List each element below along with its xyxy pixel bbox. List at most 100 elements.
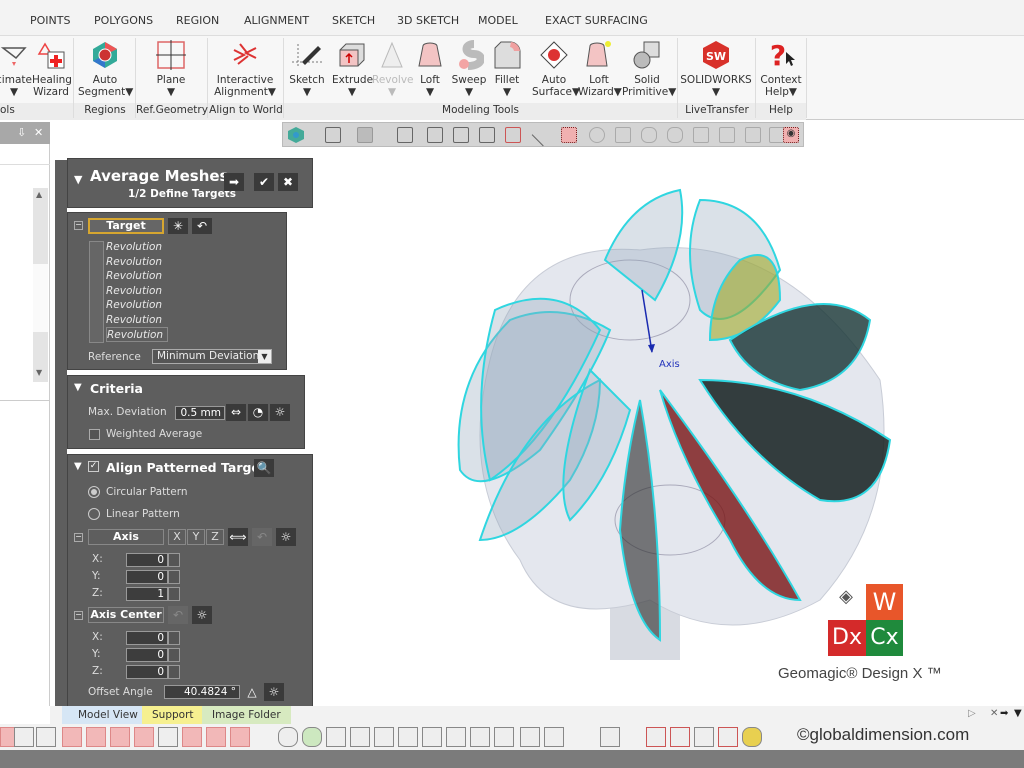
axis-center-button[interactable]: Axis Center	[88, 607, 164, 623]
axis-z-input[interactable]: 1	[126, 587, 168, 601]
list-item[interactable]: Revolution	[106, 240, 168, 255]
select-icon[interactable]	[422, 727, 442, 747]
axis-preview-button[interactable]: ☼	[276, 528, 296, 546]
axis-button[interactable]: Axis	[88, 529, 164, 545]
visibility-icon[interactable]	[110, 727, 130, 747]
cube-view-icon[interactable]	[325, 127, 341, 143]
play-icon[interactable]: ▷	[968, 708, 976, 719]
list-item[interactable]: Revolution	[106, 269, 168, 284]
tab-model-view[interactable]: Model View	[62, 706, 154, 724]
undo-button[interactable]: ↶	[192, 218, 212, 234]
visibility-icon[interactable]	[14, 727, 34, 747]
tab-image-folder[interactable]: Image Folder	[202, 706, 291, 724]
solid-primitive-button[interactable]: Solid Primitive▼	[622, 40, 676, 98]
scroll-down-icon[interactable]: ▼	[36, 368, 42, 377]
list-item[interactable]: Revolution	[106, 327, 168, 342]
collapse-icon[interactable]: ▼	[74, 173, 82, 186]
tool-icon[interactable]	[718, 727, 738, 747]
list-scrollbar[interactable]	[89, 241, 104, 343]
axis-z-button[interactable]: Z	[206, 529, 224, 545]
extend-select-icon[interactable]	[745, 127, 761, 143]
rectangle-select-icon[interactable]	[561, 127, 577, 143]
next-button[interactable]: ➡	[224, 173, 244, 191]
view-style-icon[interactable]	[287, 126, 305, 144]
sketch-button[interactable]: Sketch ▼	[288, 40, 326, 98]
auto-segment-button[interactable]: Auto Segment▼	[78, 40, 133, 98]
circle-select-icon[interactable]	[589, 127, 605, 143]
lasso-select-icon[interactable]	[667, 127, 683, 143]
collapse-criteria-icon[interactable]: ▼	[74, 382, 82, 393]
center-y-input[interactable]: 0	[126, 648, 168, 662]
axis-x-button[interactable]: X	[168, 529, 186, 545]
scrollbar[interactable]: ▲ ▼	[33, 188, 48, 382]
explode-button[interactable]: ✳	[168, 218, 188, 234]
select-icon[interactable]	[494, 727, 514, 747]
tab-sketch[interactable]: SKETCH	[332, 14, 375, 27]
color-map-icon[interactable]	[742, 727, 762, 747]
select-icon[interactable]	[520, 727, 540, 747]
ok-button[interactable]: ✔	[254, 173, 274, 191]
line-select-icon[interactable]	[531, 123, 555, 147]
list-item[interactable]: Revolution	[106, 255, 168, 270]
select-icon[interactable]	[350, 727, 370, 747]
tab-support[interactable]: Support	[142, 706, 204, 724]
axis-x-input[interactable]: 0	[126, 553, 168, 567]
interactive-alignment-button[interactable]: Interactive Alignment▼	[212, 40, 278, 98]
tab-model[interactable]: MODEL	[478, 14, 518, 27]
scroll-up-icon[interactable]: ▲	[36, 190, 42, 199]
select-icon[interactable]	[278, 727, 298, 747]
angle-preview-button[interactable]: ☼	[264, 683, 284, 701]
reset-button[interactable]: ◔	[248, 404, 268, 421]
visibility-icon[interactable]	[158, 727, 178, 747]
tab-exact-surfacing[interactable]: EXACT SURFACING	[545, 14, 648, 27]
axis-z-spinner[interactable]	[168, 587, 180, 601]
max-deviation-input[interactable]: 0.5 mm	[175, 406, 225, 420]
tab-polygons[interactable]: POLYGONS	[94, 14, 153, 27]
loft-button[interactable]: Loft ▼	[412, 40, 448, 98]
circular-pattern-radio[interactable]	[88, 486, 100, 498]
measure-button[interactable]: ⇔	[226, 404, 246, 421]
axis-x-spinner[interactable]	[168, 553, 180, 567]
revolve-button[interactable]: Revolve ▼	[372, 40, 414, 98]
center-z-input[interactable]: 0	[126, 665, 168, 679]
list-item[interactable]: Revolution	[106, 298, 168, 313]
visibility-icon[interactable]	[134, 727, 154, 747]
visibility-icon[interactable]	[206, 727, 226, 747]
visibility-icon[interactable]	[182, 727, 202, 747]
wireframe-icon[interactable]	[397, 127, 413, 143]
center-x-spinner[interactable]	[168, 631, 180, 645]
plane-button[interactable]: Plane ▼	[144, 40, 198, 98]
list-item[interactable]: Revolution	[106, 284, 168, 299]
center-x-input[interactable]: 0	[126, 631, 168, 645]
scroll-thumb[interactable]	[33, 264, 48, 332]
tab-alignment[interactable]: ALIGNMENT	[244, 14, 309, 27]
align-checkbox[interactable]: ✓	[88, 461, 99, 472]
collapse-axis-icon[interactable]: −	[74, 533, 83, 542]
visibility-icon[interactable]	[62, 727, 82, 747]
close-button[interactable]: ✕	[34, 126, 43, 139]
offset-angle-input[interactable]: 40.4824 °	[164, 685, 240, 699]
cancel-button[interactable]: ✖	[278, 173, 298, 191]
visibility-icon[interactable]	[36, 727, 56, 747]
flood-select-icon[interactable]	[719, 127, 735, 143]
tool-icon[interactable]	[670, 727, 690, 747]
tab-region[interactable]: REGION	[176, 14, 219, 27]
select-icon[interactable]	[374, 727, 394, 747]
center-preview-button[interactable]: ☼	[192, 606, 212, 624]
linear-pattern-radio[interactable]	[88, 508, 100, 520]
preview-button[interactable]: ☼	[270, 404, 290, 421]
chevron-down-icon[interactable]: ▼	[1014, 708, 1022, 719]
list-item[interactable]: Revolution	[106, 313, 168, 328]
axis-y-spinner[interactable]	[168, 570, 180, 584]
search-button[interactable]: 🔍	[254, 459, 274, 477]
polygon-select-icon[interactable]	[615, 127, 631, 143]
pin-button[interactable]: ⇩	[17, 126, 26, 139]
tool-icon[interactable]	[694, 727, 714, 747]
reference-select[interactable]: Minimum Deviation ▼	[152, 349, 272, 364]
center-y-spinner[interactable]	[168, 648, 180, 662]
close-icon[interactable]: ✕	[990, 708, 998, 719]
center-undo-button[interactable]: ↶	[168, 606, 188, 624]
target-button[interactable]: Target	[88, 218, 164, 234]
collapse-target-icon[interactable]: −	[74, 221, 83, 230]
normal-view-icon[interactable]	[505, 127, 521, 143]
